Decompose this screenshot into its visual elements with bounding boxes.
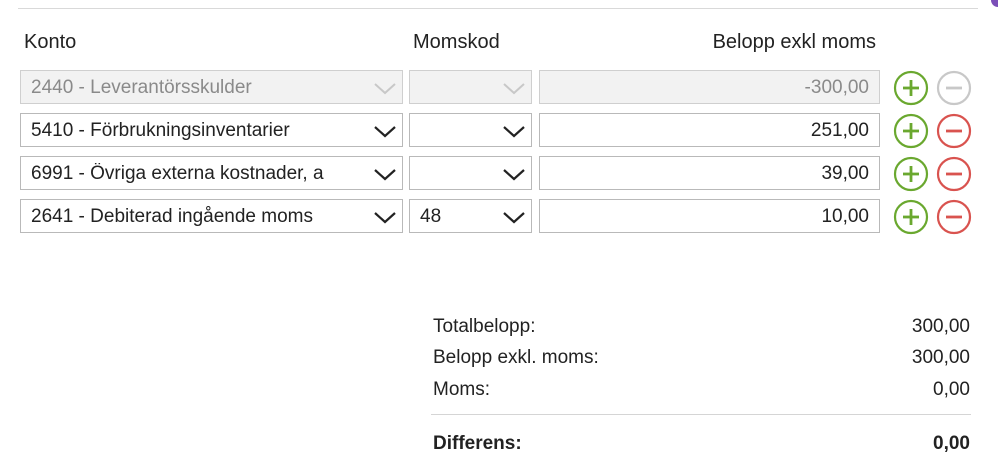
chevron-down-icon[interactable] (373, 166, 397, 182)
differens-label: Differens: (433, 433, 522, 454)
add-row-button[interactable] (893, 113, 929, 149)
column-header-belopp: Belopp exkl moms (712, 31, 876, 53)
moms-value: 0,00 (933, 379, 970, 400)
total-value: 300,00 (911, 316, 970, 337)
plus-circle-icon (893, 199, 929, 235)
belopp-value: 251,00 (810, 120, 869, 141)
top-divider (18, 8, 978, 9)
exkl-moms-value: 300,00 (911, 347, 970, 368)
momskod-select[interactable] (409, 156, 532, 190)
belopp-value: -300,00 (804, 77, 869, 98)
column-header-momskod: Momskod (413, 31, 500, 53)
remove-row-button (936, 70, 972, 106)
corner-indicator (991, 0, 998, 7)
add-row-button[interactable] (893, 70, 929, 106)
moms-label: Moms: (433, 379, 490, 400)
remove-row-button[interactable] (936, 199, 972, 235)
plus-circle-icon (893, 113, 929, 149)
belopp-input[interactable]: 39,00 (539, 156, 880, 190)
summary-divider (431, 414, 971, 415)
remove-row-button[interactable] (936, 156, 972, 192)
momskod-value: 48 (420, 206, 442, 227)
minus-circle-icon (936, 199, 972, 235)
belopp-input[interactable]: 251,00 (539, 113, 880, 147)
konto-value: 6991 - Övriga externa kostnader, a (31, 163, 324, 184)
belopp-input: -300,00 (539, 70, 880, 104)
add-row-button[interactable] (893, 156, 929, 192)
minus-circle-icon (936, 113, 972, 149)
konto-value: 2440 - Leverantörsskulder (31, 77, 252, 98)
belopp-input[interactable]: 10,00 (539, 199, 880, 233)
total-label: Totalbelopp: (433, 316, 536, 337)
momskod-select (409, 70, 532, 104)
table-row: 2440 - Leverantörsskulder -300,00 (0, 70, 998, 106)
konto-value: 2641 - Debiterad ingående moms (31, 206, 314, 227)
momskod-select[interactable] (409, 113, 532, 147)
remove-row-button[interactable] (936, 113, 972, 149)
add-row-button[interactable] (893, 199, 929, 235)
table-row: 5410 - Förbrukningsinventarier 251,00 (0, 113, 998, 149)
chevron-down-icon[interactable] (373, 123, 397, 139)
konto-value: 5410 - Förbrukningsinventarier (31, 120, 290, 141)
exkl-moms-label: Belopp exkl. moms: (433, 347, 599, 368)
chevron-down-icon[interactable] (502, 166, 526, 182)
konto-select[interactable]: 5410 - Förbrukningsinventarier (20, 113, 403, 147)
konto-select: 2440 - Leverantörsskulder (20, 70, 403, 104)
chevron-down-icon[interactable] (502, 123, 526, 139)
chevron-down-icon[interactable] (502, 209, 526, 225)
minus-circle-icon (936, 156, 972, 192)
konto-select[interactable]: 2641 - Debiterad ingående moms (20, 199, 403, 233)
column-header-konto: Konto (24, 31, 77, 53)
chevron-down-icon[interactable] (373, 209, 397, 225)
konto-select[interactable]: 6991 - Övriga externa kostnader, a (20, 156, 403, 190)
belopp-value: 39,00 (821, 163, 869, 184)
table-row: 2641 - Debiterad ingående moms 48 10,00 (0, 199, 998, 235)
plus-circle-icon (893, 70, 929, 106)
chevron-down-icon (374, 83, 396, 95)
chevron-down-icon (503, 83, 525, 95)
differens-value: 0,00 (933, 433, 970, 454)
minus-circle-icon (936, 70, 972, 106)
table-row: 6991 - Övriga externa kostnader, a 39,00 (0, 156, 998, 192)
belopp-value: 10,00 (821, 206, 869, 227)
plus-circle-icon (893, 156, 929, 192)
momskod-select[interactable]: 48 (409, 199, 532, 233)
